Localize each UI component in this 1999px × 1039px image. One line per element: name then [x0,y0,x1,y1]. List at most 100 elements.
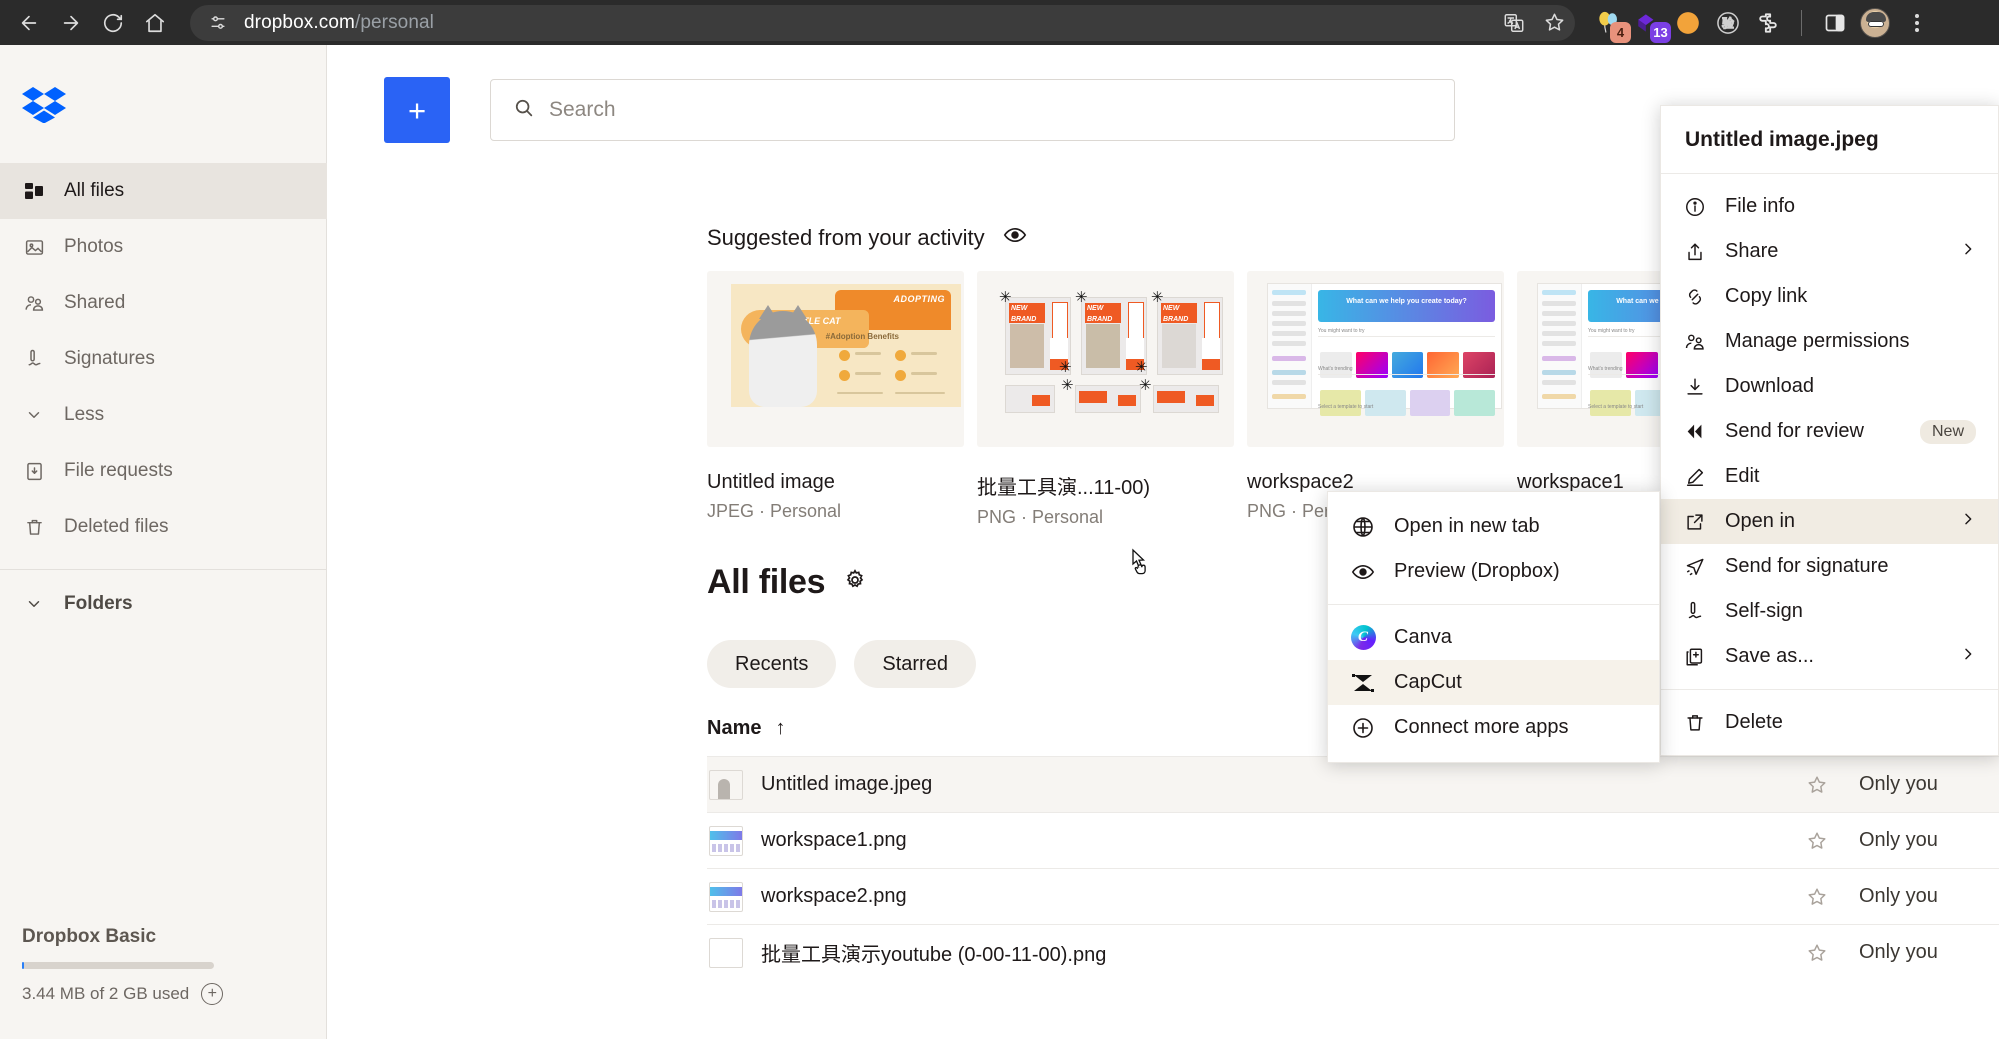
suggested-card[interactable]: What can we help you create today? You m… [1247,271,1504,528]
all-files-icon [22,179,46,203]
menu-item-download[interactable]: Download [1661,364,1998,409]
card-thumbnail: NEWBRAND NEWBRAND NEWBRAND ✳ ✳ ✳ ✳ ✳ ✳ ✳ [977,271,1234,447]
menu-item-share[interactable]: Share [1661,229,1998,274]
chip-starred[interactable]: Starred [854,640,976,688]
menu-item-edit[interactable]: Edit [1661,454,1998,499]
file-thumbnail [709,882,743,912]
sort-ascending-icon[interactable]: ↑ [775,717,785,740]
home-button[interactable] [134,2,176,44]
menu-item-manage-permissions[interactable]: Manage permissions [1661,319,1998,364]
submenu-item-canva[interactable]: C Canva [1328,615,1659,660]
menu-item-label: Copy link [1725,285,1976,308]
shared-icon [22,291,46,315]
extension-badge: 13 [1650,22,1671,43]
bookmark-star-icon[interactable] [1537,6,1571,40]
new-item-button[interactable]: + [384,77,450,143]
menu-item-file-info[interactable]: File info [1661,184,1998,229]
file-name: Untitled image.jpeg [761,773,1797,796]
balloons-extension-icon[interactable]: 4 [1593,8,1623,38]
canva-icon: C [1350,625,1376,651]
orange-extension-icon[interactable] [1673,8,1703,38]
back-button[interactable] [8,2,50,44]
sidebar-item-folders[interactable]: Folders [0,576,327,632]
trash-icon [1683,711,1707,735]
verify-extension-icon[interactable]: 验 [1713,8,1743,38]
people-icon [1683,330,1707,354]
puzzle-extension-icon[interactable] [1753,8,1783,38]
submenu-item-connect-more-apps[interactable]: Connect more apps [1328,705,1659,750]
column-header-name: Name [707,717,761,740]
profile-avatar[interactable] [1860,8,1890,38]
file-thumbnail [709,770,743,800]
storage-panel: Dropbox Basic 3.44 MB of 2 GB used + [22,926,292,1005]
file-thumbnail [709,938,743,968]
translate-icon[interactable] [1497,6,1531,40]
gear-icon[interactable] [843,568,867,597]
sidebar-item-all-files[interactable]: All files [0,163,327,219]
file-context-menu: Untitled image.jpeg File info Share Copy… [1660,105,1999,756]
suggested-card[interactable]: NEWBRAND NEWBRAND NEWBRAND ✳ ✳ ✳ ✳ ✳ ✳ ✳ [977,271,1234,528]
menu-item-copy-link[interactable]: Copy link [1661,274,1998,319]
card-meta: JPEG · Personal [707,501,964,522]
photos-icon [22,235,46,259]
menu-item-send-for-review[interactable]: Send for review New [1661,409,1998,454]
sidebar-item-label: All files [64,180,124,202]
menu-item-send-for-signature[interactable]: Send for signature [1661,544,1998,589]
sidebar-item-label: Deleted files [64,516,169,538]
table-row[interactable]: 批量工具演示youtube (0-00-11-00).png Only you … [707,924,1999,980]
menu-item-label: Save as... [1725,645,1942,668]
search-input[interactable] [549,98,1432,122]
star-icon[interactable] [1797,886,1837,908]
menu-item-label: Send for review [1725,420,1902,443]
file-access: Only you [1837,773,1997,796]
dropbox-logo-icon[interactable] [22,85,66,128]
search-bar[interactable] [490,79,1455,141]
open-in-submenu: Open in new tab Preview (Dropbox) C Canv… [1327,491,1660,763]
signature-icon [1683,600,1707,624]
suggested-card[interactable]: ADOPTINGA LITTLE CAT #Adoption Benefits [707,271,964,528]
download-icon [1683,375,1707,399]
purple-extension-icon[interactable]: 13 [1633,8,1663,38]
card-thumbnail: What can we help you create today? You m… [1247,271,1504,447]
submenu-item-open-in-new-tab[interactable]: Open in new tab [1328,504,1659,549]
chip-recents[interactable]: Recents [707,640,836,688]
menu-item-open-in[interactable]: Open in [1661,499,1998,544]
eye-icon [1350,559,1376,585]
star-icon[interactable] [1797,942,1837,964]
address-bar[interactable]: dropbox.com/personal [190,5,1575,41]
star-icon[interactable] [1797,830,1837,852]
capcut-icon [1350,670,1376,696]
sidebar-item-shared[interactable]: Shared [0,275,327,331]
site-settings-icon[interactable] [204,9,232,37]
upgrade-storage-button[interactable]: + [201,983,223,1005]
menu-item-self-sign[interactable]: Self-sign [1661,589,1998,634]
forward-button[interactable] [50,2,92,44]
submenu-item-preview-dropbox[interactable]: Preview (Dropbox) [1328,549,1659,594]
reload-button[interactable] [92,2,134,44]
link-icon [1683,285,1707,309]
star-icon[interactable] [1797,774,1837,796]
sidebar-item-label: Photos [64,236,123,258]
menu-item-save-as[interactable]: Save as... [1661,634,1998,679]
sidebar-item-deleted-files[interactable]: Deleted files [0,499,327,555]
page-title: All files [707,563,825,602]
menu-item-label: Self-sign [1725,600,1976,623]
table-row[interactable]: workspace1.png Only you 23/11/2023 8:58 … [707,812,1999,868]
submenu-item-capcut[interactable]: CapCut [1328,660,1659,705]
side-panel-icon[interactable] [1820,8,1850,38]
file-name: workspace2.png [761,885,1797,908]
svg-text:验: 验 [1722,16,1734,30]
sidebar-item-file-requests[interactable]: File requests [0,443,327,499]
menu-item-delete[interactable]: Delete [1661,700,1998,745]
sidebar-item-photos[interactable]: Photos [0,219,327,275]
file-name: workspace1.png [761,829,1797,852]
table-row[interactable]: workspace2.png Only you 23/11/2023 8:59 … [707,868,1999,924]
url-text: dropbox.com/personal [244,12,434,34]
sidebar-item-less[interactable]: Less [0,387,327,443]
chrome-menu-icon[interactable] [1900,6,1934,40]
table-row[interactable]: Untitled image.jpeg Only you Copy link [707,756,1999,812]
eye-icon[interactable] [1003,223,1027,252]
sidebar-item-signatures[interactable]: Signatures [0,331,327,387]
menu-divider [1661,689,1998,690]
sidebar-item-label: Signatures [64,348,155,370]
